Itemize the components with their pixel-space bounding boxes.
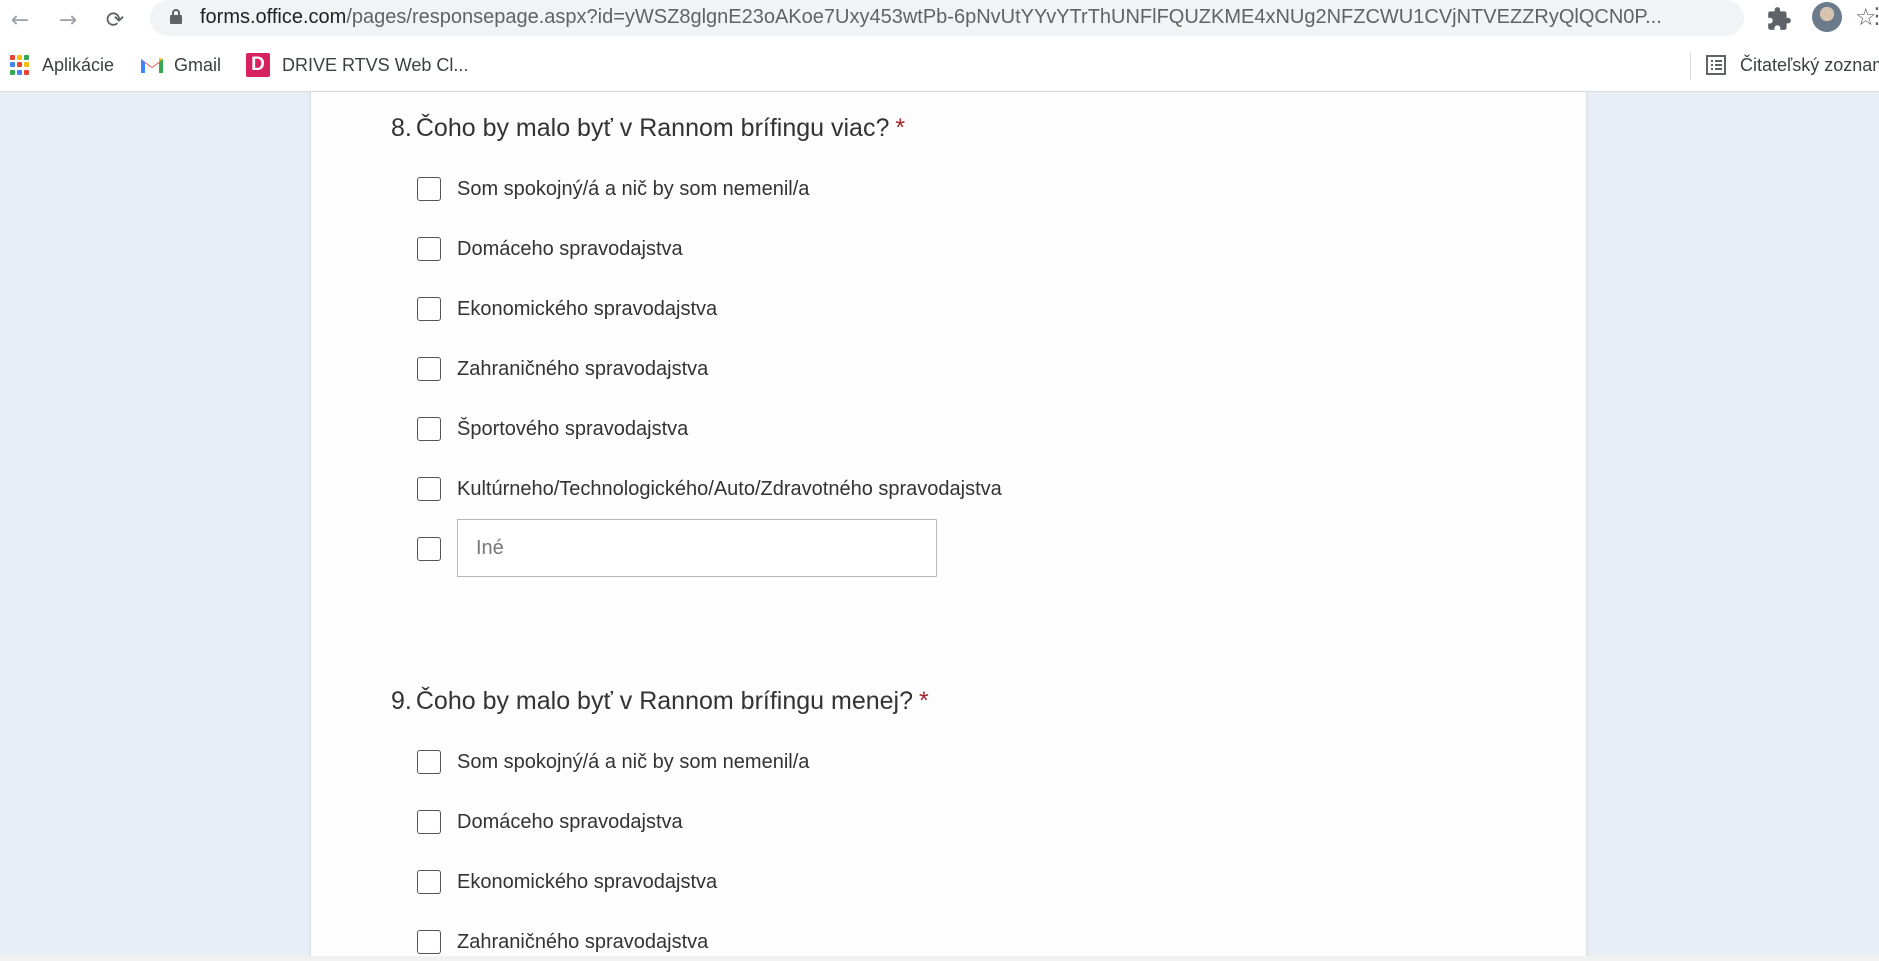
option-label: Som spokojný/á a nič by som nemenil/a bbox=[457, 750, 810, 773]
profile-avatar[interactable] bbox=[1812, 2, 1842, 32]
bookmark-drive-rtvs[interactable]: D DRIVE RTVS Web Cl... bbox=[246, 52, 468, 78]
bookmarks-bar: Aplikácie Gmail D DRIVE RTVS Web Cl... Č… bbox=[0, 40, 1879, 92]
checkbox[interactable] bbox=[417, 810, 441, 834]
page-background: 8. Čoho by malo byť v Rannom brífingu via… bbox=[0, 92, 1879, 961]
question-number: 9. bbox=[391, 687, 412, 715]
drive-d-icon: D bbox=[246, 53, 270, 77]
other-option-row[interactable] bbox=[417, 534, 457, 564]
option-checkbox-row[interactable]: Ekonomického spravodajstva bbox=[417, 294, 717, 324]
option-label: Ekonomického spravodajstva bbox=[457, 870, 718, 893]
option-checkbox-row[interactable]: Som spokojný/á a nič by som nemenil/a bbox=[417, 174, 809, 204]
checkbox[interactable] bbox=[417, 930, 441, 954]
option-checkbox-row[interactable]: Športového spravodajstva bbox=[417, 414, 688, 444]
bookmark-apps[interactable]: Aplikácie bbox=[10, 52, 114, 78]
other-text-input[interactable] bbox=[457, 519, 937, 577]
checkbox[interactable] bbox=[417, 297, 441, 321]
browser-menu-icon[interactable]: ⋮ bbox=[1866, 4, 1879, 29]
option-checkbox-row[interactable]: Domáceho spravodajstva bbox=[417, 807, 683, 837]
required-marker: * bbox=[919, 687, 929, 715]
address-bar[interactable]: forms.office.com/pages/responsepage.aspx… bbox=[150, 0, 1877, 36]
option-checkbox-row[interactable]: Ekonomického spravodajstva bbox=[417, 867, 717, 897]
option-label: Kultúrneho/Technologického/Auto/Zdravotn… bbox=[457, 477, 1002, 500]
extensions-puzzle-icon[interactable] bbox=[1766, 6, 1792, 32]
option-label: Zahraničného spravodajstva bbox=[457, 357, 709, 380]
question-text: Čoho by malo byť v Rannom brífingu menej… bbox=[415, 687, 913, 715]
url-host: forms.office.com bbox=[200, 6, 347, 28]
option-label: Zahraničného spravodajstva bbox=[457, 930, 709, 953]
reading-list-icon bbox=[1706, 55, 1726, 75]
bookmark-label: Aplikácie bbox=[42, 54, 115, 75]
option-checkbox-row[interactable]: Domáceho spravodajstva bbox=[417, 234, 683, 264]
option-label: Domáceho spravodajstva bbox=[457, 810, 683, 833]
question-text: Čoho by malo byť v Rannom brífingu viac? bbox=[415, 114, 890, 142]
browser-toolbar: ← → ⟳ forms.office.com/pages/responsepag… bbox=[0, 0, 1879, 40]
question-9: 9. Čoho by malo byť v Rannom brífingu men… bbox=[391, 687, 929, 716]
option-label: Som spokojný/á a nič by som nemenil/a bbox=[457, 177, 810, 200]
option-label: Ekonomického spravodajstva bbox=[457, 297, 718, 320]
option-label: Športového spravodajstva bbox=[457, 417, 689, 440]
url-text[interactable]: forms.office.com/pages/responsepage.aspx… bbox=[200, 6, 1662, 29]
checkbox[interactable] bbox=[417, 357, 441, 381]
reading-list[interactable]: Čitateľský zoznam bbox=[1706, 52, 1879, 78]
question-8: 8. Čoho by malo byť v Rannom brífingu via… bbox=[391, 114, 905, 143]
checkbox[interactable] bbox=[417, 477, 441, 501]
checkbox[interactable] bbox=[417, 870, 441, 894]
checkbox[interactable] bbox=[417, 237, 441, 261]
reading-list-label: Čitateľský zoznam bbox=[1740, 54, 1879, 75]
option-checkbox-row[interactable]: Zahraničného spravodajstva bbox=[417, 354, 708, 384]
question-title: 8. Čoho by malo byť v Rannom brífingu via… bbox=[391, 114, 905, 143]
bookmarks-separator bbox=[1690, 52, 1691, 80]
apps-grid-icon bbox=[10, 55, 30, 75]
checkbox[interactable] bbox=[417, 417, 441, 441]
option-checkbox-row[interactable]: Zahraničného spravodajstva bbox=[417, 927, 708, 957]
checkbox[interactable] bbox=[417, 750, 441, 774]
checkbox[interactable] bbox=[417, 537, 441, 561]
option-checkbox-row[interactable]: Som spokojný/á a nič by som nemenil/a bbox=[417, 747, 809, 777]
question-number: 8. bbox=[391, 114, 412, 142]
question-title: 9. Čoho by malo byť v Rannom brífingu men… bbox=[391, 687, 929, 716]
window-bottom-edge bbox=[0, 956, 1879, 961]
url-path: /pages/responsepage.aspx?id=yWSZ8glgnE23… bbox=[346, 6, 1662, 28]
checkbox[interactable] bbox=[417, 177, 441, 201]
bookmark-label: DRIVE RTVS Web Cl... bbox=[282, 54, 469, 75]
form-card: 8. Čoho by malo byť v Rannom brífingu via… bbox=[310, 92, 1587, 961]
reload-icon[interactable]: ⟳ bbox=[101, 6, 129, 34]
back-icon[interactable]: ← bbox=[6, 6, 34, 34]
forward-icon[interactable]: → bbox=[54, 6, 82, 34]
option-label: Domáceho spravodajstva bbox=[457, 237, 683, 260]
option-checkbox-row[interactable]: Kultúrneho/Technologického/Auto/Zdravotn… bbox=[417, 474, 1002, 504]
gmail-icon bbox=[141, 58, 163, 73]
required-marker: * bbox=[895, 114, 906, 142]
lock-icon bbox=[170, 9, 182, 24]
bookmark-label: Gmail bbox=[174, 54, 222, 75]
bookmark-gmail[interactable]: Gmail bbox=[140, 52, 221, 78]
